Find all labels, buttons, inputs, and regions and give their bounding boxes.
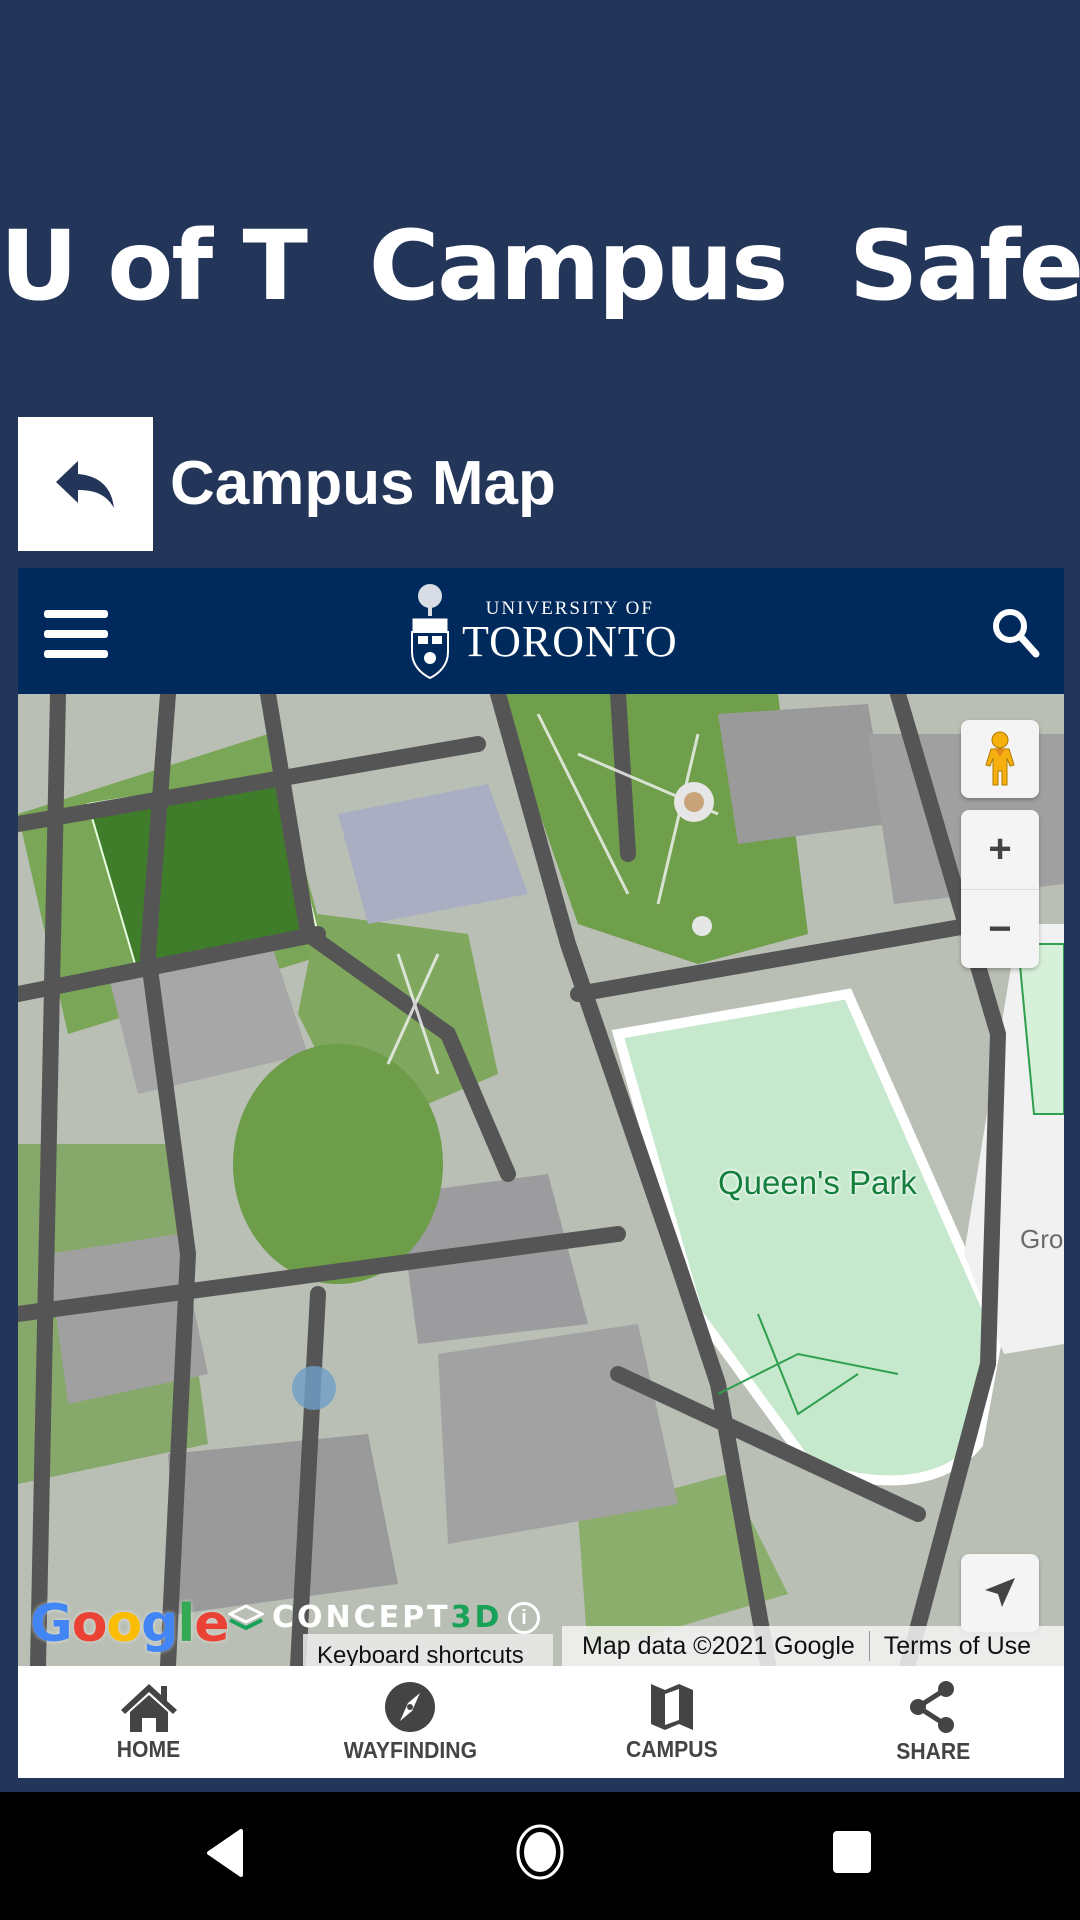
bottom-nav: HOME WAYFINDING CAMPUS SHARE [18, 1666, 1064, 1778]
menu-bar [44, 650, 108, 658]
search-icon[interactable] [990, 606, 1042, 658]
map-canvas[interactable]: Queen's Park Gro + − Google CONCEPT3D i … [18, 694, 1064, 1666]
concept3d-accent: 3D [450, 1600, 503, 1635]
concept3d-text: CONCEPT3D [272, 1600, 502, 1635]
street-view-pegman[interactable] [961, 720, 1039, 798]
campus-map-webview: UNIVERSITY OF TORONTO Queen's Park Gro +… [18, 568, 1064, 1778]
uoft-wordmark-line2: TORONTO [462, 617, 678, 666]
map-label-street: Gro [1020, 1224, 1064, 1254]
map-attribution: Map data ©2021 Google Terms of Use [562, 1626, 1064, 1666]
home-icon [120, 1683, 177, 1732]
terms-of-use-link[interactable]: Terms of Use [884, 1632, 1031, 1661]
map-label-queens-park: Queen's Park [718, 1164, 917, 1201]
system-nav-bar [0, 1792, 1080, 1920]
my-location-button[interactable] [961, 1554, 1039, 1632]
nav-share-label: SHARE [896, 1737, 971, 1764]
nav-home[interactable]: HOME [18, 1666, 280, 1778]
back-button[interactable] [18, 417, 153, 551]
zoom-out-button[interactable]: − [961, 889, 1039, 968]
uoft-crest-icon [411, 584, 449, 680]
navigation-arrow-icon [985, 1578, 1015, 1607]
compass-icon [385, 1681, 436, 1732]
google-logo: Google [30, 1594, 230, 1654]
concept3d-logo[interactable]: CONCEPT3D [228, 1600, 502, 1635]
zoom-controls: + − [961, 810, 1039, 968]
uoft-logo[interactable]: UNIVERSITY OF TORONTO [408, 582, 678, 680]
app-container: U of T Campus Safety Campus Map UNIVERSI… [0, 0, 1080, 1792]
back-nav-icon[interactable] [205, 1828, 245, 1878]
map-data-text: Map data ©2021 Google [582, 1631, 855, 1660]
reply-arrow-icon [55, 461, 114, 508]
home-nav-icon[interactable] [515, 1824, 565, 1880]
recents-nav-icon[interactable] [832, 1830, 872, 1874]
concept3d-icon [228, 1603, 264, 1630]
menu-bar [44, 630, 108, 638]
uoft-wordmark: UNIVERSITY OF TORONTO [462, 598, 678, 664]
info-icon[interactable]: i [508, 1602, 540, 1634]
app-title: U of T Campus Safety [0, 210, 1080, 322]
nav-home-label: HOME [117, 1735, 181, 1762]
map-icon [650, 1683, 693, 1730]
menu-button[interactable] [44, 610, 108, 658]
nav-campus[interactable]: CAMPUS [541, 1666, 803, 1778]
attribution-divider [868, 1631, 870, 1661]
concept3d-word: CONCEPT [272, 1600, 451, 1635]
page-title: Campus Map [170, 449, 556, 518]
share-icon [910, 1680, 955, 1733]
nav-campus-label: CAMPUS [625, 1735, 718, 1762]
zoom-in-button[interactable]: + [961, 810, 1039, 889]
keyboard-shortcuts-link[interactable]: Keyboard shortcuts [303, 1634, 553, 1666]
nav-wayfinding[interactable]: WAYFINDING [280, 1666, 542, 1778]
menu-bar [44, 610, 108, 618]
nav-share[interactable]: SHARE [803, 1666, 1065, 1778]
uoft-header: UNIVERSITY OF TORONTO [18, 568, 1064, 694]
nav-wayfinding-label: WAYFINDING [343, 1736, 477, 1763]
pegman-icon [985, 731, 1015, 786]
